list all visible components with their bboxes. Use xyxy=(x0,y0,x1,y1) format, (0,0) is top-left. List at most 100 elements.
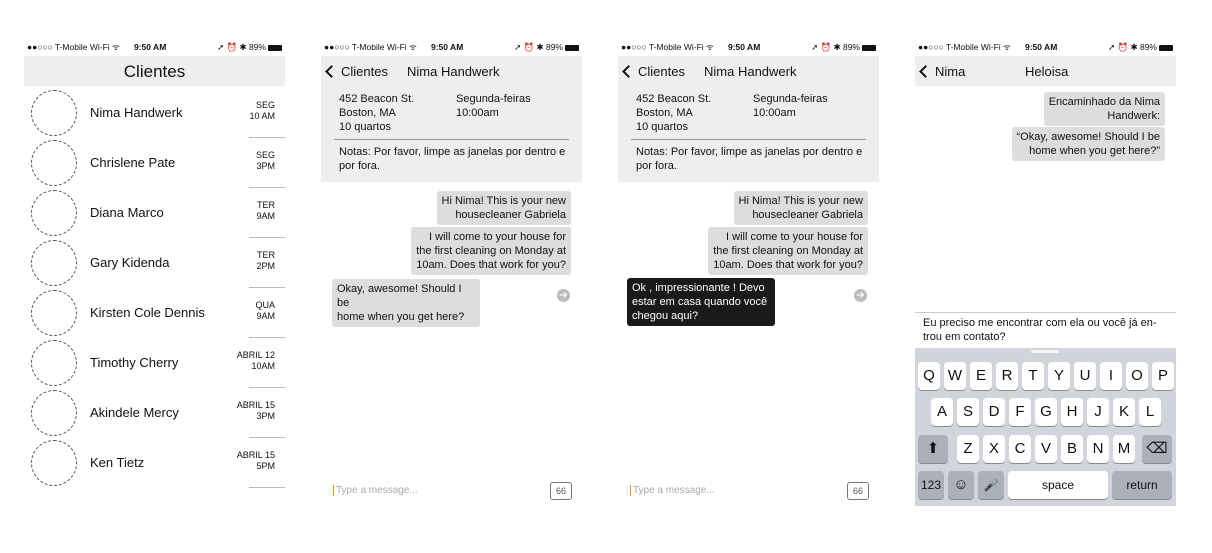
client-name: Ken Tietz xyxy=(90,455,145,470)
nav-bar: Clientes xyxy=(24,56,285,86)
client-name: Chrislene Pate xyxy=(90,155,176,170)
avatar xyxy=(31,90,77,136)
client-name: Gary Kidenda xyxy=(90,255,170,270)
key-a[interactable]: A xyxy=(931,398,953,426)
page-title: Nima Handwerk xyxy=(704,64,797,79)
appointment-time: QUA 9AM xyxy=(255,300,275,321)
message-input[interactable]: Type a message... xyxy=(630,485,715,496)
microphone-icon[interactable]: 🎤 xyxy=(978,471,1004,499)
client-row[interactable]: Akindele Mercy ABRIL 15 3PM xyxy=(24,388,285,438)
divider xyxy=(334,139,569,140)
key-w[interactable]: W xyxy=(944,362,966,390)
key-x[interactable]: X xyxy=(983,435,1005,463)
key-z[interactable]: Z xyxy=(957,435,979,463)
key-q[interactable]: Q xyxy=(918,362,940,390)
client-name: Timothy Cherry xyxy=(90,355,179,370)
message-input[interactable]: Type a message... xyxy=(333,485,418,496)
key-i[interactable]: I xyxy=(1100,362,1122,390)
return-key[interactable]: return xyxy=(1112,471,1172,499)
appointment-time: TER 9AM xyxy=(256,200,275,221)
battery-icon xyxy=(565,44,579,51)
divider xyxy=(915,312,1176,313)
status-icons: ➚ ⏰ ✱ 89% xyxy=(811,42,876,53)
appointment-time: SEG 10 AM xyxy=(249,100,275,121)
message-input[interactable]: Eu preciso me encontrar com ela ou você … xyxy=(923,316,1166,344)
key-u[interactable]: U xyxy=(1074,362,1096,390)
sent-message: I will come to your house for the first c… xyxy=(708,227,868,275)
appointment-time: SEG 3PM xyxy=(255,150,275,171)
chat-screen-translated: ●●○○○ T-Mobile Wi-Fi ᯤ 9:50 AM ➚ ⏰ ✱ 89%… xyxy=(618,38,879,506)
forward-screen: ●●○○○ T-Mobile Wi-Fi ᯤ 9:50 AM ➚ ⏰ ✱ 89%… xyxy=(915,38,1176,506)
carrier-label: ●●○○○ T-Mobile Wi-Fi ᯤ xyxy=(27,42,120,52)
backspace-key[interactable]: ⌫ xyxy=(1142,435,1172,463)
received-message-translated[interactable]: Ok , impressionante ! Devo estar em casa … xyxy=(627,278,775,326)
status-bar: ●●○○○ T-Mobile Wi-Fi ᯤ 9:50 AM ➚ ⏰ ✱ 89% xyxy=(24,38,285,56)
key-r[interactable]: R xyxy=(996,362,1018,390)
key-k[interactable]: K xyxy=(1113,398,1135,426)
client-row[interactable]: Nima Handwerk SEG 10 AM xyxy=(24,88,285,138)
quote-icon[interactable]: 66 xyxy=(550,482,572,500)
battery-icon xyxy=(268,44,282,51)
chat-screen-original: ●●○○○ T-Mobile Wi-Fi ᯤ 9:50 AM ➚ ⏰ ✱ 89%… xyxy=(321,38,582,506)
schedule: Segunda-feiras 10:00am xyxy=(753,93,828,119)
sent-message: Hi Nima! This is your new housecleaner Ga… xyxy=(733,191,868,225)
sent-message: I will come to your house for the first c… xyxy=(411,227,571,275)
chevron-left-icon xyxy=(622,65,635,78)
forward-icon[interactable]: ➔ xyxy=(854,289,867,302)
key-h[interactable]: H xyxy=(1061,398,1083,426)
key-g[interactable]: G xyxy=(1035,398,1057,426)
address: 452 Beacon St. Boston, MA 10 quartos xyxy=(339,93,415,133)
appointment-time: ABRIL 15 3PM xyxy=(236,400,275,421)
message-composer[interactable]: Type a message... 66 xyxy=(628,482,869,502)
key-j[interactable]: J xyxy=(1087,398,1109,426)
avatar xyxy=(31,340,77,386)
key-p[interactable]: P xyxy=(1152,362,1174,390)
key-y[interactable]: Y xyxy=(1048,362,1070,390)
status-icons: ➚ ⏰ ✱ 89% xyxy=(514,42,579,53)
numbers-key[interactable]: 123 xyxy=(918,471,944,499)
key-n[interactable]: N xyxy=(1087,435,1109,463)
key-c[interactable]: C xyxy=(1009,435,1031,463)
avatar xyxy=(31,390,77,436)
key-v[interactable]: V xyxy=(1035,435,1057,463)
emoji-icon[interactable]: ☺ xyxy=(948,471,974,499)
key-m[interactable]: M xyxy=(1113,435,1135,463)
key-o[interactable]: O xyxy=(1126,362,1148,390)
appointment-time: ABRIL 12 10AM xyxy=(236,350,275,371)
client-row[interactable]: Timothy Cherry ABRIL 12 10AM xyxy=(24,338,285,388)
page-title: Clientes xyxy=(123,62,186,81)
key-l[interactable]: L xyxy=(1139,398,1161,426)
key-b[interactable]: B xyxy=(1061,435,1083,463)
key-f[interactable]: F xyxy=(1009,398,1031,426)
avatar xyxy=(31,240,77,286)
clock: 9:50 AM xyxy=(1025,42,1058,52)
client-row[interactable]: Ken Tietz ABRIL 15 5PM xyxy=(24,438,285,488)
key-s[interactable]: S xyxy=(957,398,979,426)
message-composer[interactable]: Type a message... 66 xyxy=(331,482,572,502)
shift-key[interactable]: ⬆ xyxy=(918,435,948,463)
back-button[interactable]: Clientes xyxy=(622,64,685,79)
space-key[interactable]: space xyxy=(1008,471,1108,499)
quote-icon[interactable]: 66 xyxy=(847,482,869,500)
back-button[interactable]: Nima xyxy=(919,64,965,79)
battery-icon xyxy=(1159,44,1173,51)
received-message[interactable]: Okay, awesome! Should I be home when you … xyxy=(332,279,480,327)
key-e[interactable]: E xyxy=(970,362,992,390)
client-row[interactable]: Gary Kidenda TER 2PM xyxy=(24,238,285,288)
forward-icon[interactable]: ➔ xyxy=(557,289,570,302)
keyboard-handle xyxy=(1031,350,1059,353)
battery-icon xyxy=(862,44,876,51)
client-row[interactable]: Kirsten Cole Dennis QUA 9AM xyxy=(24,288,285,338)
client-info-panel: 452 Beacon St. Boston, MA 10 quartos Segun… xyxy=(618,86,879,182)
client-row[interactable]: Diana Marco TER 9AM xyxy=(24,188,285,238)
clients-screen: ●●○○○ T-Mobile Wi-Fi ᯤ 9:50 AM ➚ ⏰ ✱ 89%… xyxy=(24,38,285,506)
back-button[interactable]: Clientes xyxy=(325,64,388,79)
key-d[interactable]: D xyxy=(983,398,1005,426)
carrier-label: ●●○○○ T-Mobile Wi-Fi ᯤ xyxy=(918,42,1011,52)
status-bar: ●●○○○ T-Mobile Wi-Fi ᯤ 9:50 AM ➚ ⏰ ✱ 89% xyxy=(321,38,582,56)
client-row[interactable]: Chrislene Pate SEG 3PM xyxy=(24,138,285,188)
clock: 9:50 AM xyxy=(728,42,761,52)
page-title: Nima Handwerk xyxy=(407,64,500,79)
client-name: Kirsten Cole Dennis xyxy=(90,305,205,320)
key-t[interactable]: T xyxy=(1022,362,1044,390)
